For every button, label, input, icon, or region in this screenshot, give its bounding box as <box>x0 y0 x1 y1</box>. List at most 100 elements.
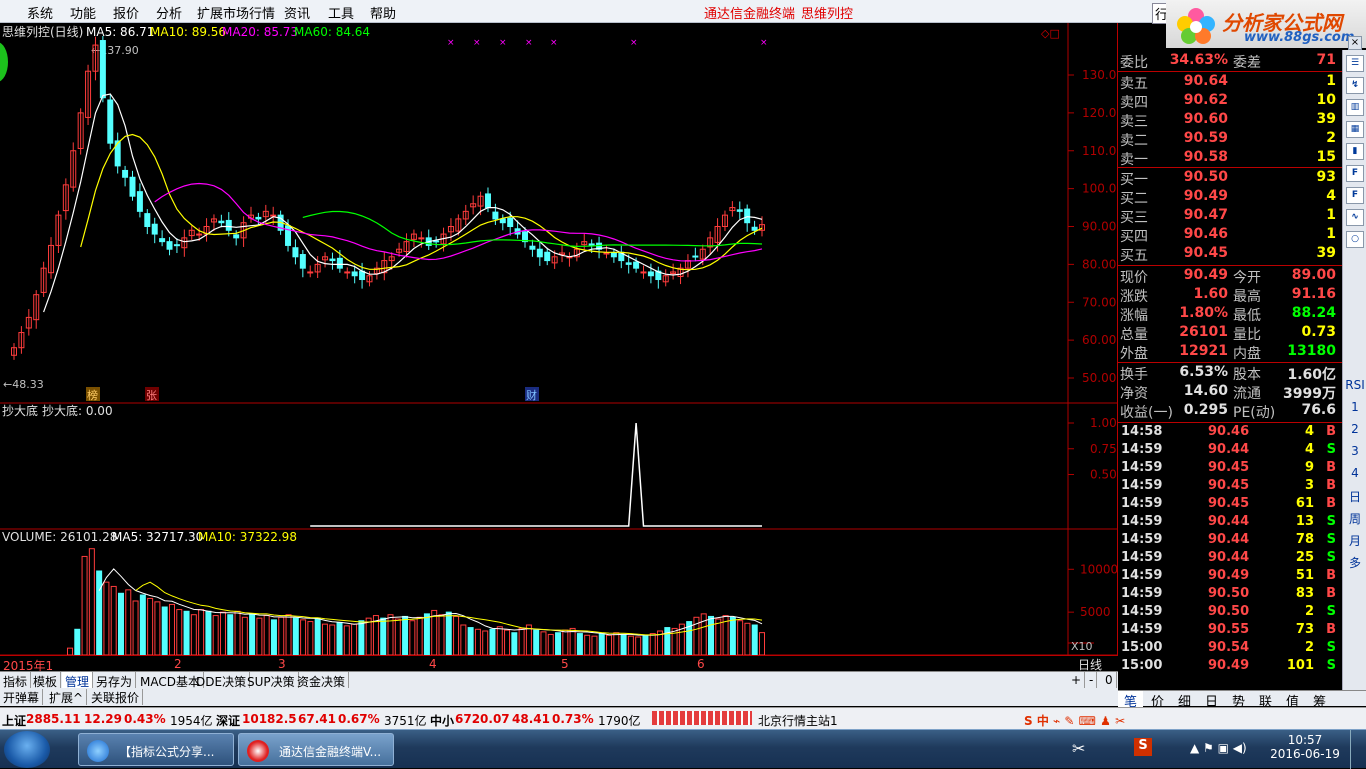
sell-level-row[interactable]: 卖五 90.64 1 <box>1118 73 1342 92</box>
volume-bar <box>234 610 241 656</box>
tab-save-as[interactable]: 另存为 <box>93 672 137 689</box>
sell-level-row[interactable]: 卖三 90.60 39 <box>1118 111 1342 130</box>
tick-row[interactable]: 14:59 90.49 51 B <box>1118 568 1342 586</box>
volume-bar <box>759 632 765 656</box>
tick-volume: 2 <box>1304 604 1314 619</box>
indicator-title: 抄大底 <box>2 403 38 418</box>
tick-row[interactable]: 14:59 90.45 9 B <box>1118 460 1342 478</box>
tab-indicator[interactable]: 指标 <box>0 672 32 689</box>
tab-sup[interactable]: SUP决策 <box>244 672 299 689</box>
kline-chart-svg[interactable]: 思维列控(日线) MA5: 86.71 MA10: 89.56 MA20: 85… <box>0 23 1118 656</box>
tick-row[interactable]: 14:58 90.46 4 B <box>1118 424 1342 442</box>
scissors-icon[interactable]: ✂ <box>1072 739 1085 758</box>
chart-icon[interactable]: ☰ <box>1346 55 1364 72</box>
buy-level-row[interactable]: 买一 90.50 93 <box>1118 169 1342 188</box>
sz-index[interactable]: 10182.5 <box>242 712 297 726</box>
zoom-out-button[interactable]: - <box>1086 672 1098 688</box>
tab-related-quote[interactable]: 关联报价 <box>88 689 144 705</box>
event-marker-cai[interactable]: 财 <box>526 388 537 402</box>
wave-icon[interactable]: ∿ <box>1346 209 1364 226</box>
server-status[interactable]: 北京行情主站1 <box>758 712 838 729</box>
tick-row[interactable]: 14:59 90.50 83 B <box>1118 586 1342 604</box>
right-tool-6[interactable]: 周 <box>1343 510 1366 527</box>
tick-volume: 83 <box>1295 586 1314 601</box>
chart-expand-icon[interactable]: ◇□ <box>1041 27 1060 40</box>
indicator-tick-label: 1.00 <box>1090 416 1117 430</box>
tab-manage[interactable]: 管理 <box>62 672 94 689</box>
right-tool-7[interactable]: 月 <box>1343 532 1366 549</box>
sell-level-row[interactable]: 卖二 90.59 2 <box>1118 130 1342 149</box>
sell-level-row[interactable]: 卖一 90.58 15 <box>1118 149 1342 168</box>
right-tool-3[interactable]: 3 <box>1343 444 1366 458</box>
tick-row[interactable]: 14:59 90.44 4 S <box>1118 442 1342 460</box>
line-icon[interactable]: ↯ <box>1346 77 1364 94</box>
circle-icon[interactable]: ○ <box>1346 231 1364 248</box>
tick-row[interactable]: 15:00 90.49 101 S <box>1118 658 1342 676</box>
event-marker-bang[interactable]: 榜 <box>87 388 98 402</box>
candle-icon[interactable]: ▮ <box>1346 143 1364 160</box>
tick-row[interactable]: 14:59 90.55 73 B <box>1118 622 1342 640</box>
tick-price: 90.55 <box>1208 622 1250 637</box>
menu-item-ext-market[interactable]: 扩展市场行情 <box>197 3 275 22</box>
buy-level-row[interactable]: 买三 90.47 1 <box>1118 207 1342 226</box>
sogou-icon[interactable]: S <box>1134 738 1152 756</box>
menu-item-tools[interactable]: 工具 <box>328 3 354 22</box>
grid-icon[interactable]: ▦ <box>1346 121 1364 138</box>
f1-icon[interactable]: F <box>1346 187 1364 204</box>
volume-bar <box>664 627 671 656</box>
event-marker-zhang[interactable]: 张 <box>146 389 157 402</box>
menu-item-analysis[interactable]: 分析 <box>156 3 182 22</box>
zoom-reset-button[interactable]: 0 <box>1102 672 1117 688</box>
quote-panel: 委比 34.63% 委差 71 卖五 90.64 1 卖四 90.62 10 卖三 … <box>1118 50 1342 690</box>
tab-template[interactable]: 模板 <box>30 672 62 689</box>
zx-index[interactable]: 6720.07 <box>455 712 510 726</box>
volume-bar <box>270 619 277 656</box>
system-clock[interactable]: 10:57 2016-06-19 <box>1268 733 1342 761</box>
tab-dde[interactable]: DDE决策 <box>193 672 251 689</box>
volume-bar <box>74 628 81 656</box>
menu-item-system[interactable]: 系统 <box>27 3 53 22</box>
order-level-label: 买一 <box>1120 172 1148 188</box>
close-icon[interactable]: × <box>1348 36 1362 50</box>
stat-label: 总量 <box>1120 327 1148 343</box>
right-tool-0[interactable]: RSI <box>1343 378 1366 392</box>
right-tool-1[interactable]: 1 <box>1343 400 1366 414</box>
f10-icon[interactable]: F <box>1346 165 1364 182</box>
buy-level-row[interactable]: 买五 90.45 39 <box>1118 245 1342 264</box>
menu-item-function[interactable]: 功能 <box>70 3 96 22</box>
right-tool-5[interactable]: 日 <box>1343 488 1366 505</box>
tab-danmu[interactable]: 开弹幕 <box>0 689 44 705</box>
tab-fund[interactable]: 资金决策 <box>294 672 350 689</box>
taskbar-item-browser[interactable]: 【指标公式分享... <box>78 733 234 766</box>
tick-row[interactable]: 14:59 90.44 13 S <box>1118 514 1342 532</box>
right-tool-2[interactable]: 2 <box>1343 422 1366 436</box>
tick-row[interactable]: 14:59 90.44 25 S <box>1118 550 1342 568</box>
tray-icons[interactable]: ▲ ⚑ ▣ ◀) <box>1190 741 1247 755</box>
bar-icon[interactable]: ▥ <box>1346 99 1364 116</box>
menu-item-quote[interactable]: 报价 <box>113 3 139 22</box>
taskbar-item-tdx[interactable]: 通达信金融终端V... <box>238 733 394 766</box>
sell-level-row[interactable]: 卖四 90.62 10 <box>1118 92 1342 111</box>
menu-item-news[interactable]: 资讯 <box>284 3 310 22</box>
candle-body <box>418 237 425 240</box>
tick-row[interactable]: 14:59 90.50 2 S <box>1118 604 1342 622</box>
kline-chart-area[interactable]: 思维列控(日线) MA5: 86.71 MA10: 89.56 MA20: 85… <box>0 23 1118 656</box>
right-tool-8[interactable]: 多 <box>1343 554 1366 571</box>
tick-time: 14:59 <box>1121 442 1163 457</box>
buy-level-row[interactable]: 买二 90.49 4 <box>1118 188 1342 207</box>
menu-item-help[interactable]: 帮助 <box>370 3 396 22</box>
tick-row[interactable]: 14:59 90.45 3 B <box>1118 478 1342 496</box>
buy-level-row[interactable]: 买四 90.46 1 <box>1118 226 1342 245</box>
tick-row[interactable]: 14:59 90.44 78 S <box>1118 532 1342 550</box>
tick-row[interactable]: 15:00 90.54 2 S <box>1118 640 1342 658</box>
candle-body <box>159 238 166 243</box>
start-button[interactable] <box>4 731 50 768</box>
tick-row[interactable]: 14:59 90.45 61 B <box>1118 496 1342 514</box>
zoom-in-button[interactable]: + <box>1068 672 1086 688</box>
right-tool-4[interactable]: 4 <box>1343 466 1366 480</box>
tab-extend[interactable]: 扩展^ <box>46 689 88 705</box>
order-level-label: 买三 <box>1120 210 1148 226</box>
ime-icon[interactable]: S 中 ⌁ ✎ ⌨ ♟ ✂ <box>1024 712 1125 729</box>
show-desktop-button[interactable] <box>1350 730 1366 769</box>
sh-index[interactable]: 2885.11 <box>26 712 81 726</box>
